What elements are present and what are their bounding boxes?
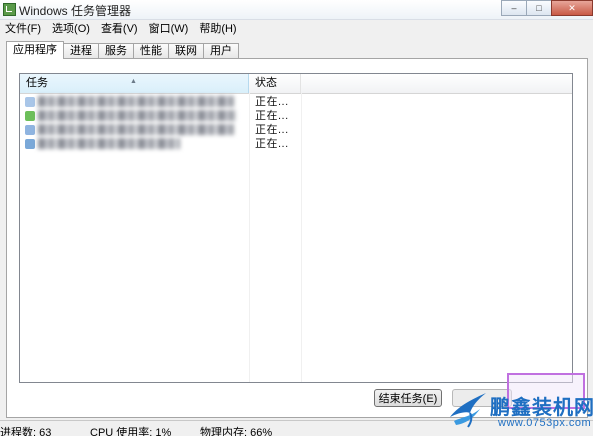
end-task-button[interactable]: 结束任务(E) xyxy=(374,389,442,407)
app-window-icon xyxy=(25,139,35,149)
task-manager-icon xyxy=(3,3,16,16)
menu-view[interactable]: 查看(V) xyxy=(96,20,144,36)
tab-services[interactable]: 服务 xyxy=(98,43,134,59)
menu-bar: 文件(F) 选项(O) 查看(V) 窗口(W) 帮助(H) xyxy=(0,19,593,36)
app-window-icon xyxy=(25,97,35,107)
sort-ascending-icon: ▲ xyxy=(130,78,137,85)
physical-memory: 物理内存: 66% xyxy=(200,427,273,436)
task-status: 正在... xyxy=(255,110,289,122)
task-status: 正在... xyxy=(255,138,289,150)
task-name-redacted xyxy=(38,124,234,135)
maximize-button[interactable]: □ xyxy=(526,0,552,16)
cpu-usage: CPU 使用率: 1% xyxy=(90,427,172,436)
task-name-redacted xyxy=(38,110,236,121)
column-status[interactable]: 状态 xyxy=(249,74,301,93)
applications-panel: 任务 ▲ 状态 正在... 正在... 正在... 正在... 结束任务(E) xyxy=(6,58,588,418)
applications-list[interactable]: 任务 ▲ 状态 正在... 正在... 正在... 正在... xyxy=(19,73,573,383)
menu-options[interactable]: 选项(O) xyxy=(47,20,96,36)
watermark-url: www.0753px.com xyxy=(498,417,592,429)
window-title: Windows 任务管理器 xyxy=(19,4,132,18)
close-button[interactable]: ✕ xyxy=(551,0,593,16)
process-count: 进程数: 63 xyxy=(0,427,52,436)
tab-networking[interactable]: 联网 xyxy=(168,43,204,59)
menu-file[interactable]: 文件(F) xyxy=(0,20,47,36)
task-manager-window: Windows 任务管理器 – □ ✕ 文件(F) 选项(O) 查看(V) 窗口… xyxy=(0,0,593,436)
column-task[interactable]: 任务 ▲ xyxy=(20,74,249,93)
task-status: 正在... xyxy=(255,124,289,136)
column-task-label: 任务 xyxy=(26,77,48,89)
title-bar[interactable]: Windows 任务管理器 – □ ✕ xyxy=(0,0,593,20)
column-status-label: 状态 xyxy=(255,77,277,89)
bird-logo-icon xyxy=(450,393,486,428)
list-item[interactable]: 正在... xyxy=(20,95,572,109)
menu-window[interactable]: 窗口(W) xyxy=(144,20,195,36)
list-item[interactable]: 正在... xyxy=(20,123,572,137)
tab-performance[interactable]: 性能 xyxy=(133,43,169,59)
list-item[interactable]: 正在... xyxy=(20,137,572,151)
watermark-title: 鹏鑫装机网 xyxy=(490,397,593,419)
tab-users[interactable]: 用户 xyxy=(203,43,239,59)
list-header: 任务 ▲ 状态 xyxy=(20,74,572,94)
tab-strip: 应用程序 进程 服务 性能 联网 用户 xyxy=(6,41,239,59)
task-status: 正在... xyxy=(255,96,289,108)
app-window-icon xyxy=(25,125,35,135)
task-name-redacted xyxy=(38,96,234,107)
tab-processes[interactable]: 进程 xyxy=(63,43,99,59)
tab-applications[interactable]: 应用程序 xyxy=(6,41,64,59)
list-item[interactable]: 正在... xyxy=(20,109,572,123)
menu-help[interactable]: 帮助(H) xyxy=(194,20,242,36)
app-window-icon xyxy=(25,111,35,121)
window-controls: – □ ✕ xyxy=(501,0,593,16)
task-name-redacted xyxy=(38,138,180,149)
minimize-button[interactable]: – xyxy=(501,0,527,16)
site-watermark: 鹏鑫装机网 www.0753px.com xyxy=(446,385,593,436)
